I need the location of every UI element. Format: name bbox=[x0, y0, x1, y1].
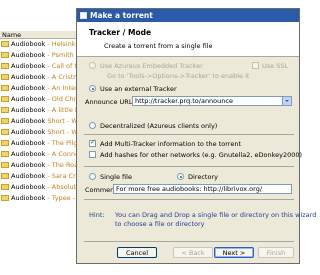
divider bbox=[84, 166, 294, 167]
folder-icon bbox=[1, 52, 9, 58]
embedded-tracker-label: Use Azureus Embedded Tracker bbox=[100, 62, 203, 70]
dialog-titlebar[interactable]: Make a torrent bbox=[77, 9, 299, 22]
single-file-radio[interactable] bbox=[89, 173, 96, 180]
list-item[interactable]: Audiobook - Psmith in the... bbox=[0, 50, 82, 61]
directory-radio[interactable] bbox=[177, 173, 184, 180]
folder-icon bbox=[1, 162, 9, 168]
announce-url-label: Announce URL : bbox=[85, 98, 137, 106]
next-button[interactable]: Next > bbox=[214, 247, 254, 258]
decentralized-label: Decentralized (Azureus clients only) bbox=[100, 122, 218, 130]
cancel-button[interactable]: Cancel bbox=[117, 247, 157, 258]
list-item[interactable]: Audiobook - The Road to... bbox=[0, 160, 82, 171]
list-item[interactable]: Audiobook - Helsinkin - J... bbox=[0, 39, 82, 50]
announce-url-combobox[interactable]: http://tracker.prq.to/announce bbox=[132, 96, 292, 106]
external-tracker-label: Use an external Tracker bbox=[100, 85, 177, 93]
add-hashes-checkbox[interactable] bbox=[89, 151, 96, 158]
hint-line-2: to choose a file or directory bbox=[115, 220, 205, 228]
use-ssl-label: Use SSL bbox=[262, 62, 289, 70]
external-tracker-radio[interactable] bbox=[89, 85, 96, 92]
step-title: Tracker / Mode bbox=[89, 28, 152, 37]
finish-button[interactable]: Finish bbox=[258, 247, 294, 258]
list-item[interactable]: Audiobook - Old Christma... bbox=[0, 94, 82, 105]
folder-icon bbox=[1, 85, 9, 91]
directory-label: Directory bbox=[188, 173, 218, 181]
folder-icon bbox=[1, 151, 9, 157]
chevron-down-icon[interactable] bbox=[282, 97, 291, 105]
folder-icon bbox=[1, 107, 9, 113]
use-ssl-checkbox bbox=[252, 62, 259, 69]
folder-icon bbox=[1, 96, 9, 102]
folder-icon bbox=[1, 195, 9, 201]
folder-icon bbox=[1, 140, 9, 146]
single-file-label: Single file bbox=[100, 173, 132, 181]
list-item[interactable]: Audiobook - The Pilgrims... bbox=[0, 138, 82, 149]
divider bbox=[84, 199, 294, 200]
wizard-header: Tracker / Mode Create a torrent from a s… bbox=[77, 22, 299, 57]
hint-label: Hint: bbox=[89, 211, 105, 219]
list-item[interactable]: Audiobook - Call of the W... bbox=[0, 61, 82, 72]
comment-input[interactable]: For more free audiobooks: http://librivo… bbox=[113, 184, 292, 194]
list-item[interactable]: Audiobook Short - Whart... bbox=[0, 127, 82, 138]
hint-line-1: You can Drag and Drop a single file or d… bbox=[115, 211, 317, 219]
list-item[interactable]: Audiobook - Typee - Her... bbox=[0, 193, 82, 204]
comment-value: For more free audiobooks: http://librivo… bbox=[116, 185, 263, 193]
embedded-tracker-hint: Go to 'Tools->Options->Tracker' to enabl… bbox=[107, 72, 250, 80]
folder-icon bbox=[1, 129, 9, 135]
divider bbox=[84, 134, 294, 135]
list-item[interactable]: Audiobook - An Internatio... bbox=[0, 83, 82, 94]
list-item[interactable]: Audiobook - A Cristmas (... bbox=[0, 72, 82, 83]
step-subtitle: Create a torrent from a single file bbox=[104, 42, 213, 50]
list-item[interactable]: Audiobook Short - War is... bbox=[0, 116, 82, 127]
add-hashes-label: Add hashes for other networks (e.g. Gnut… bbox=[100, 151, 303, 159]
list-item[interactable]: Audiobook - Sara Crewe... bbox=[0, 171, 82, 182]
folder-icon bbox=[1, 184, 9, 190]
folder-icon bbox=[1, 41, 9, 47]
make-torrent-dialog: Make a torrent Tracker / Mode Create a t… bbox=[76, 8, 316, 264]
dialog-title: Make a torrent bbox=[90, 11, 153, 20]
app-icon bbox=[80, 12, 87, 19]
folder-icon bbox=[1, 63, 9, 69]
multi-tracker-label: Add Multi-Tracker information to the tor… bbox=[100, 140, 241, 148]
embedded-tracker-radio bbox=[89, 62, 96, 69]
divider bbox=[84, 241, 294, 242]
folder-icon bbox=[1, 74, 9, 80]
column-header-name[interactable]: Name bbox=[0, 31, 82, 39]
list-item[interactable]: Audiobook - Absolute Su... bbox=[0, 182, 82, 193]
back-button[interactable]: < Back bbox=[173, 247, 213, 258]
decentralized-radio[interactable] bbox=[89, 122, 96, 129]
folder-icon bbox=[1, 173, 9, 179]
list-item[interactable]: Audiobook - A little Princ... bbox=[0, 105, 82, 116]
folder-icon bbox=[1, 118, 9, 124]
announce-url-value: http://tracker.prq.to/announce bbox=[135, 97, 233, 105]
list-item[interactable]: Audiobook - A Connectic... bbox=[0, 149, 82, 160]
multi-tracker-checkbox[interactable] bbox=[89, 138, 96, 147]
